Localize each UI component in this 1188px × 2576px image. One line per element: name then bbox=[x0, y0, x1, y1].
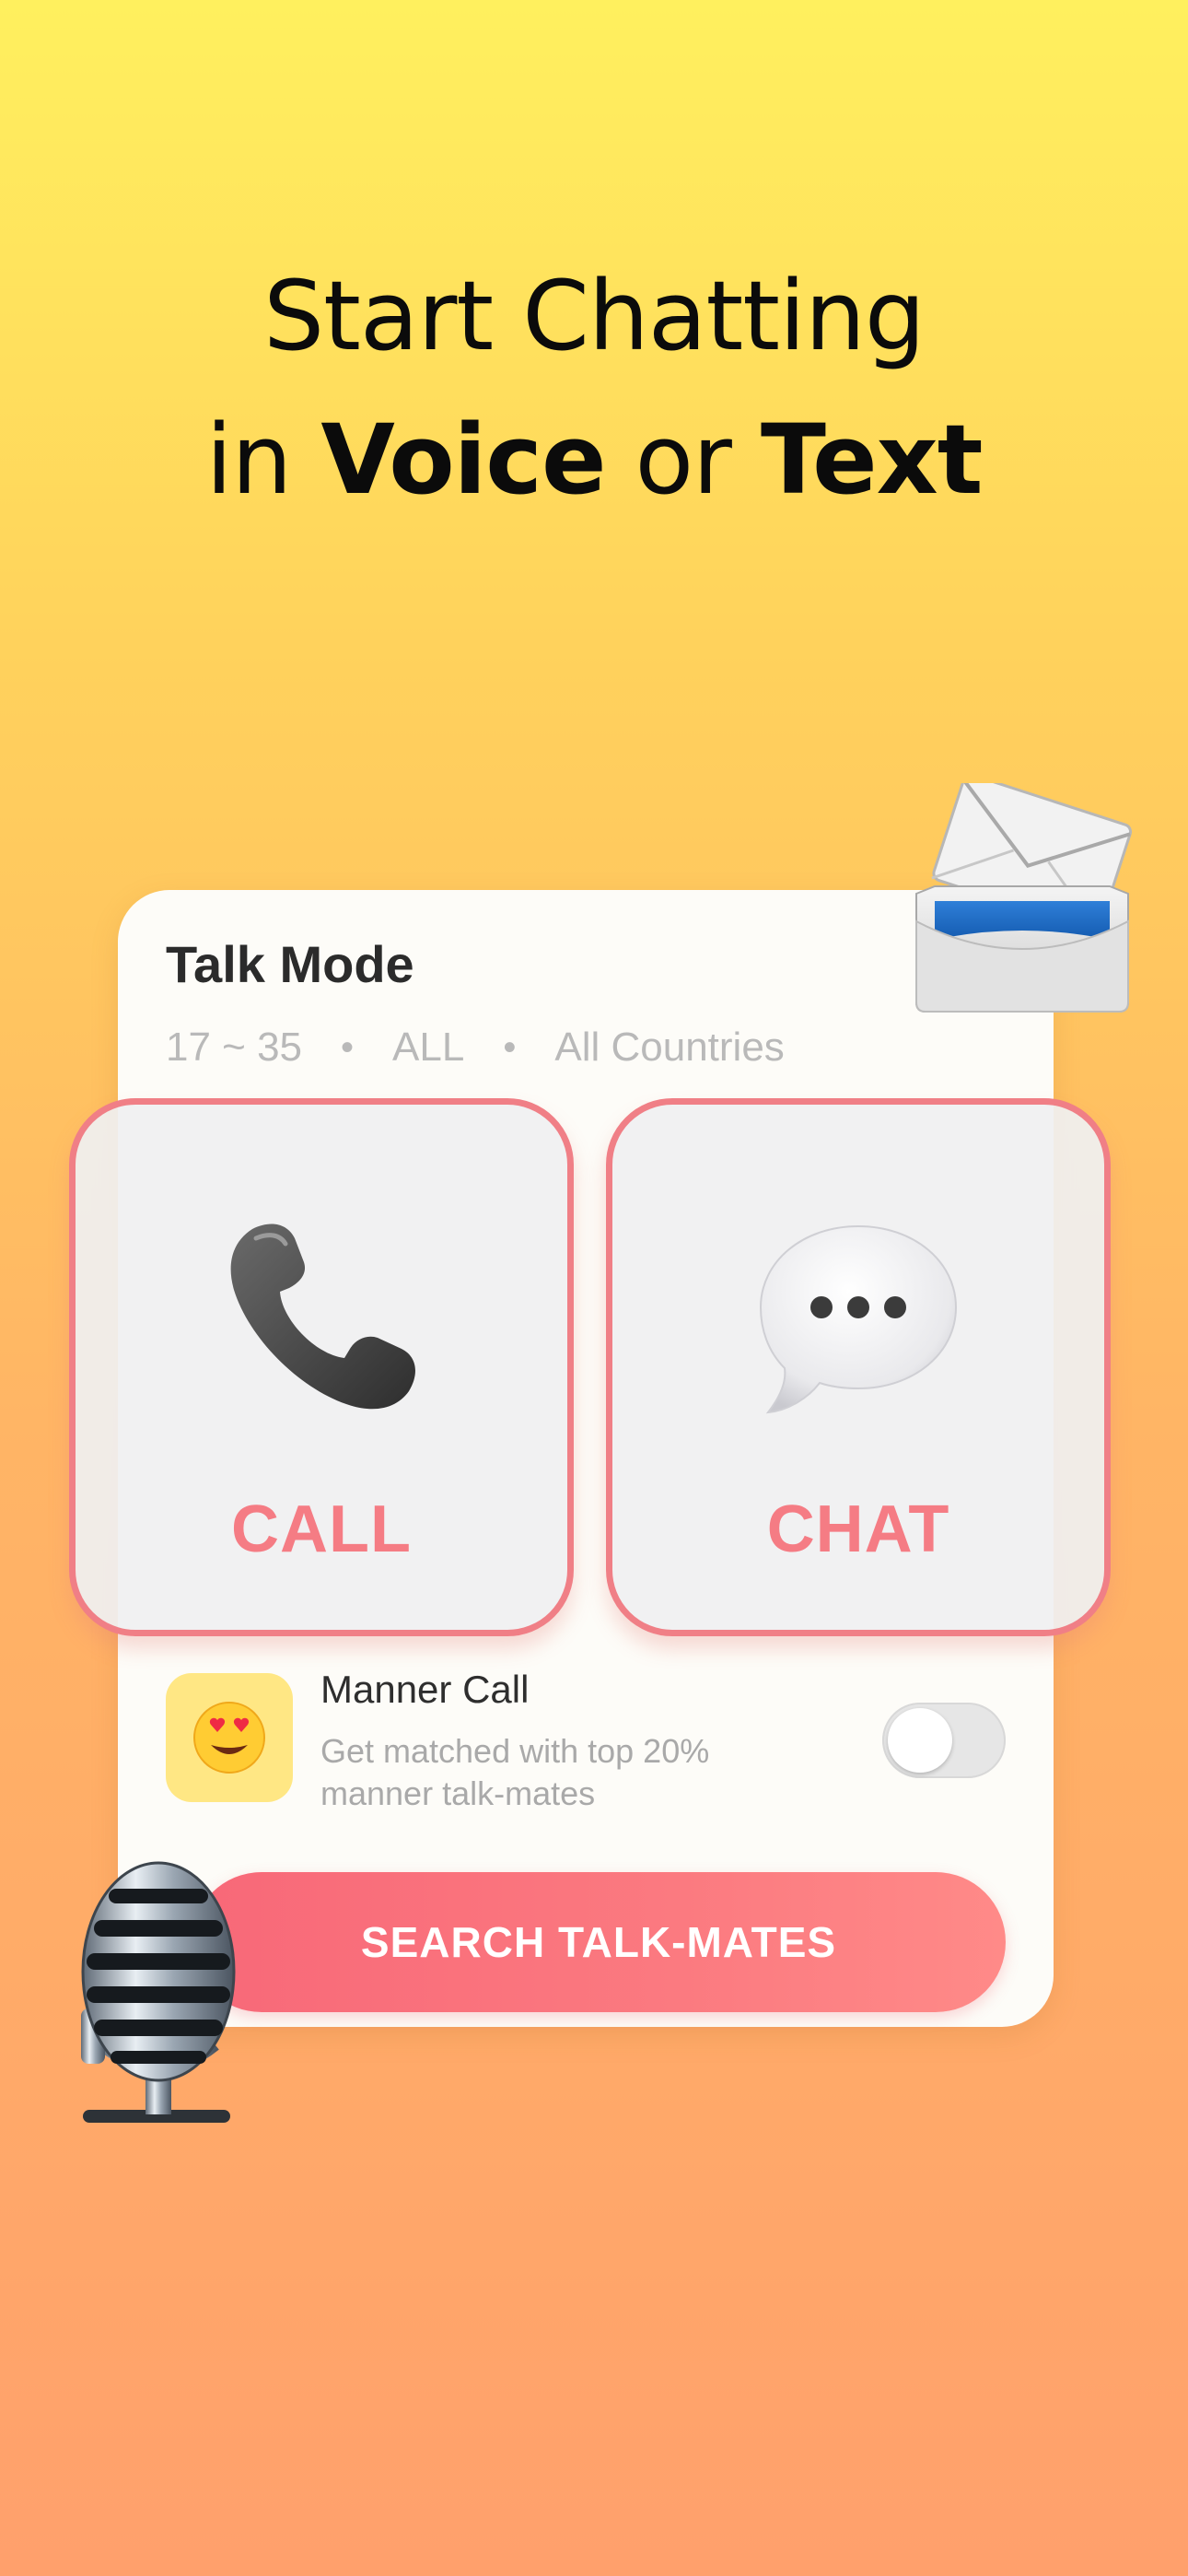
envelope-tray-icon bbox=[907, 773, 1137, 1023]
chat-mode-button[interactable]: CHAT bbox=[606, 1098, 1111, 1636]
headline: Start Chatting in Voice or Text bbox=[0, 244, 1188, 532]
headline-in: in bbox=[205, 404, 321, 516]
call-label: CALL bbox=[231, 1493, 412, 1566]
headline-line-2: in Voice or Text bbox=[0, 388, 1188, 532]
filter-summary[interactable]: 17 ~ 35 • ALL • All Countries bbox=[166, 1025, 785, 1071]
headline-or: or bbox=[605, 404, 761, 516]
telephone-receiver-icon bbox=[76, 1197, 567, 1436]
gender-filter: ALL bbox=[392, 1025, 465, 1070]
chat-label: CHAT bbox=[766, 1493, 950, 1566]
manner-call-description: Get matched with top 20% manner talk-mat… bbox=[320, 1732, 710, 1812]
country-filter: All Countries bbox=[554, 1025, 785, 1070]
headline-text: Text bbox=[761, 404, 983, 516]
card-title: Talk Mode bbox=[166, 935, 414, 993]
search-talk-mates-button[interactable]: SEARCH TALK-MATES bbox=[192, 1872, 1006, 2012]
headline-voice: Voice bbox=[320, 404, 606, 516]
separator-dot: • bbox=[503, 1026, 517, 1068]
speech-bubble-icon bbox=[612, 1197, 1104, 1436]
age-filter: 17 ~ 35 bbox=[166, 1025, 303, 1070]
heart-eyes-emoji-icon bbox=[166, 1673, 293, 1802]
call-mode-button[interactable]: CALL bbox=[69, 1098, 574, 1636]
separator-dot: • bbox=[341, 1026, 355, 1068]
headline-line-1: Start Chatting bbox=[263, 260, 926, 372]
manner-call-toggle[interactable] bbox=[882, 1703, 1006, 1778]
toggle-knob bbox=[888, 1708, 952, 1773]
microphone-icon bbox=[64, 1861, 267, 2142]
manner-call-title: Manner Call bbox=[320, 1668, 530, 1711]
